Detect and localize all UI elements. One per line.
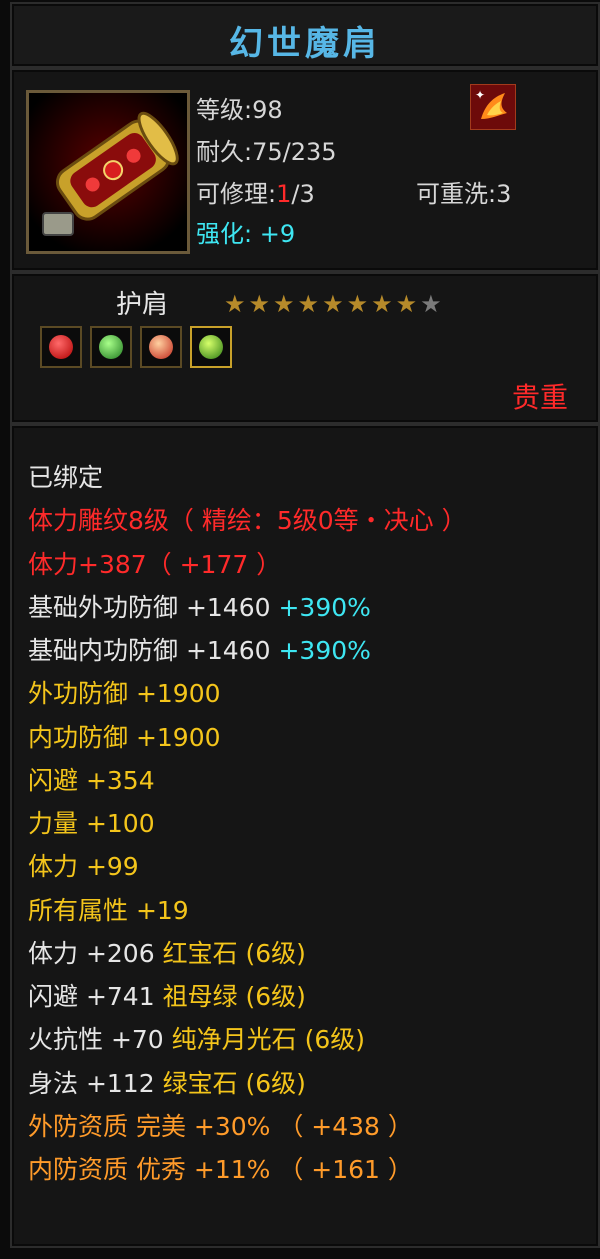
- green-leaf-gem-icon[interactable]: [90, 326, 132, 368]
- attribute-line: 闪避 +741 祖母绿 (6级): [28, 975, 467, 1018]
- item-name: 幻世魔肩: [229, 24, 381, 64]
- attribute-text: 身法 +112: [28, 1068, 163, 1098]
- attribute-list: 已绑定体力雕纹8级（ 精绘：5级0等・决心 ） 体力+387（ +177 ） 基础外…: [28, 456, 467, 1191]
- fire-bird-icon: ✦: [470, 84, 516, 130]
- attribute-line: 外防资质 完美 +30% （ +438 ）: [28, 1105, 467, 1148]
- attribute-text: 闪避 +354: [28, 765, 155, 795]
- attribute-line: 所有属性 +19: [28, 889, 467, 932]
- attribute-text: 外功防御 +1900: [28, 679, 221, 709]
- item-type-panel: 护肩 ★★★★★★★★★ 贵重: [10, 272, 600, 424]
- attribute-line: 已绑定: [28, 456, 467, 499]
- attribute-text: 内防资质 优秀 +11% （ +161 ）: [28, 1155, 413, 1184]
- shoulder-armor-icon: [26, 90, 190, 254]
- attribute-line: 体力 +206 红宝石 (6级): [28, 932, 467, 975]
- attribute-text: 内功防御 +1900: [28, 722, 221, 752]
- attribute-text: 火抗性 +70: [28, 1025, 172, 1055]
- enhance-stat: 强化: +9: [196, 214, 295, 249]
- attribute-text: 绿宝石 (6级): [162, 1068, 306, 1098]
- attribute-line: 内功防御 +1900: [28, 716, 467, 759]
- star-rating-filled: ★★★★★★★★: [224, 290, 421, 318]
- attribute-line: 基础外功防御 +1460 +390%: [28, 586, 467, 629]
- green-orb-gem-icon[interactable]: [190, 326, 232, 368]
- attribute-line: 内防资质 优秀 +11% （ +161 ）: [28, 1148, 467, 1191]
- attribute-line: 基础内功防御 +1460 +390%: [28, 629, 467, 672]
- attribute-text: 所有属性 +19: [28, 895, 189, 925]
- attribute-text: +390%: [278, 636, 371, 665]
- attribute-text: 体力 +99: [28, 852, 139, 882]
- attribute-text: 祖母绿 (6级): [162, 982, 306, 1011]
- attribute-text: 体力 +206: [28, 938, 163, 968]
- attribute-text: 已绑定: [28, 463, 104, 492]
- attribute-line: 闪避 +354: [28, 759, 467, 802]
- star-rating-empty: ★: [420, 290, 445, 318]
- attribute-line: 身法 +112 绿宝石 (6级): [28, 1062, 467, 1105]
- repair-stat: 可修理:1/3: [196, 174, 315, 209]
- attribute-line: 体力雕纹8级（ 精绘：5级0等・决心 ）: [28, 499, 467, 542]
- star-rating: ★★★★★★★★★: [224, 290, 445, 318]
- repair-current: 1: [276, 180, 292, 208]
- repair-prefix: 可修理:: [196, 180, 277, 208]
- attribute-text: +390%: [278, 592, 371, 622]
- attribute-line: 外功防御 +1900: [28, 672, 467, 715]
- gem-slots: [40, 326, 232, 368]
- attribute-line: 火抗性 +70 纯净月光石 (6级): [28, 1018, 467, 1061]
- attribute-text: 基础外功防御 +1460: [28, 592, 279, 622]
- tooltip-title-bar: 幻世魔肩: [10, 2, 600, 68]
- durability-stat: 耐久:75/235: [196, 138, 337, 166]
- enhance-value: +9: [259, 220, 296, 248]
- attribute-text: 体力雕纹8级（ 精绘：5级0等・决心 ）: [28, 506, 467, 536]
- quality-label: 贵重: [511, 381, 568, 414]
- attribute-text: 红宝石 (6级): [162, 938, 306, 968]
- attribute-text: 外防资质 完美 +30% （ +438 ）: [28, 1111, 413, 1141]
- item-type: 护肩: [116, 290, 169, 320]
- repair-suffix: /3: [291, 180, 315, 208]
- enhance-label: 强化:: [196, 220, 253, 248]
- attribute-text: 力量 +100: [28, 809, 155, 838]
- rewash-stat: 可重洗:3: [416, 180, 512, 208]
- attribute-text: 基础内功防御 +1460: [28, 636, 279, 665]
- svg-text:✦: ✦: [475, 88, 485, 102]
- attribute-line: 体力 +99: [28, 845, 467, 888]
- attributes-panel: 已绑定体力雕纹8级（ 精绘：5级0等・决心 ） 体力+387（ +177 ） 基础外…: [10, 424, 600, 1248]
- item-header-panel: 等级:98 耐久:75/235 可修理:1/3 可重洗:3 强化: +9 ✦: [10, 68, 600, 272]
- shoulder-armor-graphic: [29, 93, 187, 251]
- level-stat: 等级:98: [196, 96, 283, 124]
- red-gem-icon[interactable]: [40, 326, 82, 368]
- attribute-text: 体力+387（ +177 ）: [28, 549, 282, 579]
- attribute-line: 力量 +100: [28, 802, 467, 845]
- attribute-text: 闪避 +741: [28, 982, 163, 1011]
- attribute-text: 纯净月光石 (6级): [171, 1025, 366, 1055]
- flame-gem-icon[interactable]: [140, 326, 182, 368]
- attribute-line: 体力+387（ +177 ）: [28, 543, 467, 586]
